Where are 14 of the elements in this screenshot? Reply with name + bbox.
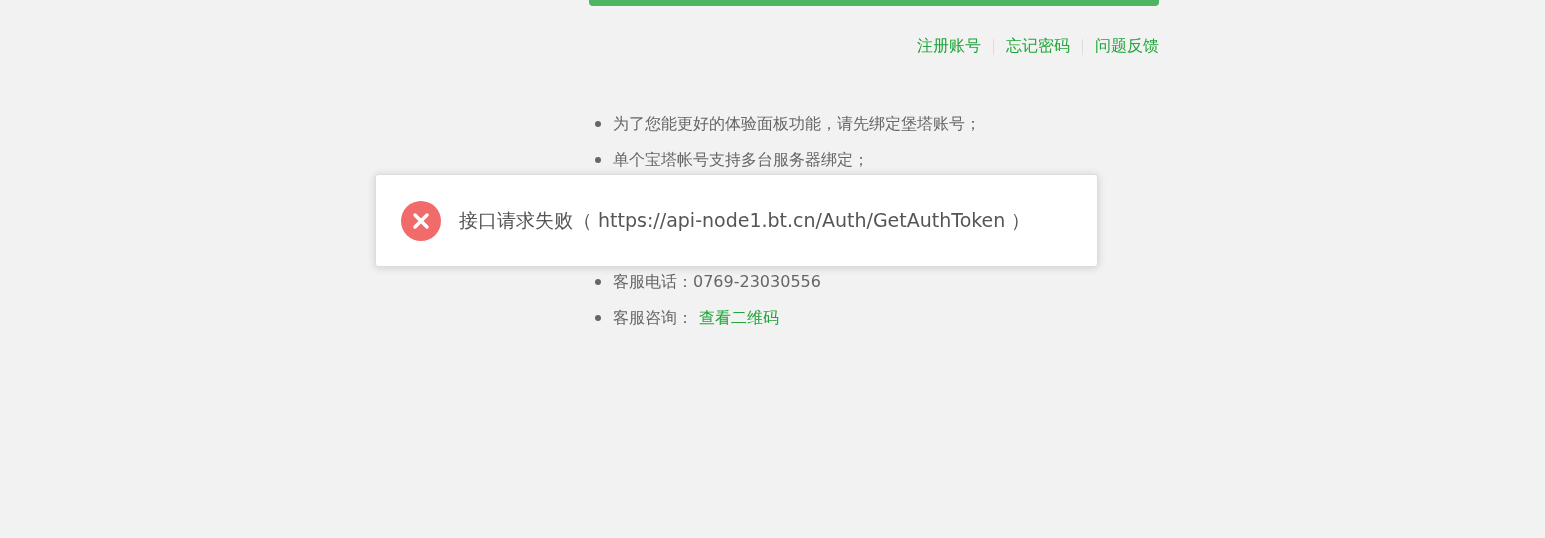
footer-link[interactable]: 问题反馈 (1095, 36, 1159, 57)
error-icon (401, 200, 441, 241)
qr-code-link[interactable]: 查看二维码 (699, 307, 779, 329)
bullet-icon (595, 157, 601, 163)
bullet-icon (595, 121, 601, 127)
note-text: 客服电话：0769-23030556 (613, 271, 821, 293)
bullet-icon (595, 279, 601, 285)
note-text: 为了您能更好的体验面板功能，请先绑定堡塔账号； (613, 113, 981, 135)
error-message: 接口请求失败（ https://api-node1.bt.cn/Auth/GetAuthToken ） (459, 207, 1031, 233)
bullet-icon (595, 315, 601, 321)
note-text: 单个宝塔帐号支持多台服务器绑定； (613, 149, 869, 171)
footer-link[interactable]: 注册账号 (917, 36, 981, 57)
footer-link[interactable]: 忘记密码 (1006, 36, 1070, 57)
note-text: 客服咨询： (613, 307, 693, 329)
